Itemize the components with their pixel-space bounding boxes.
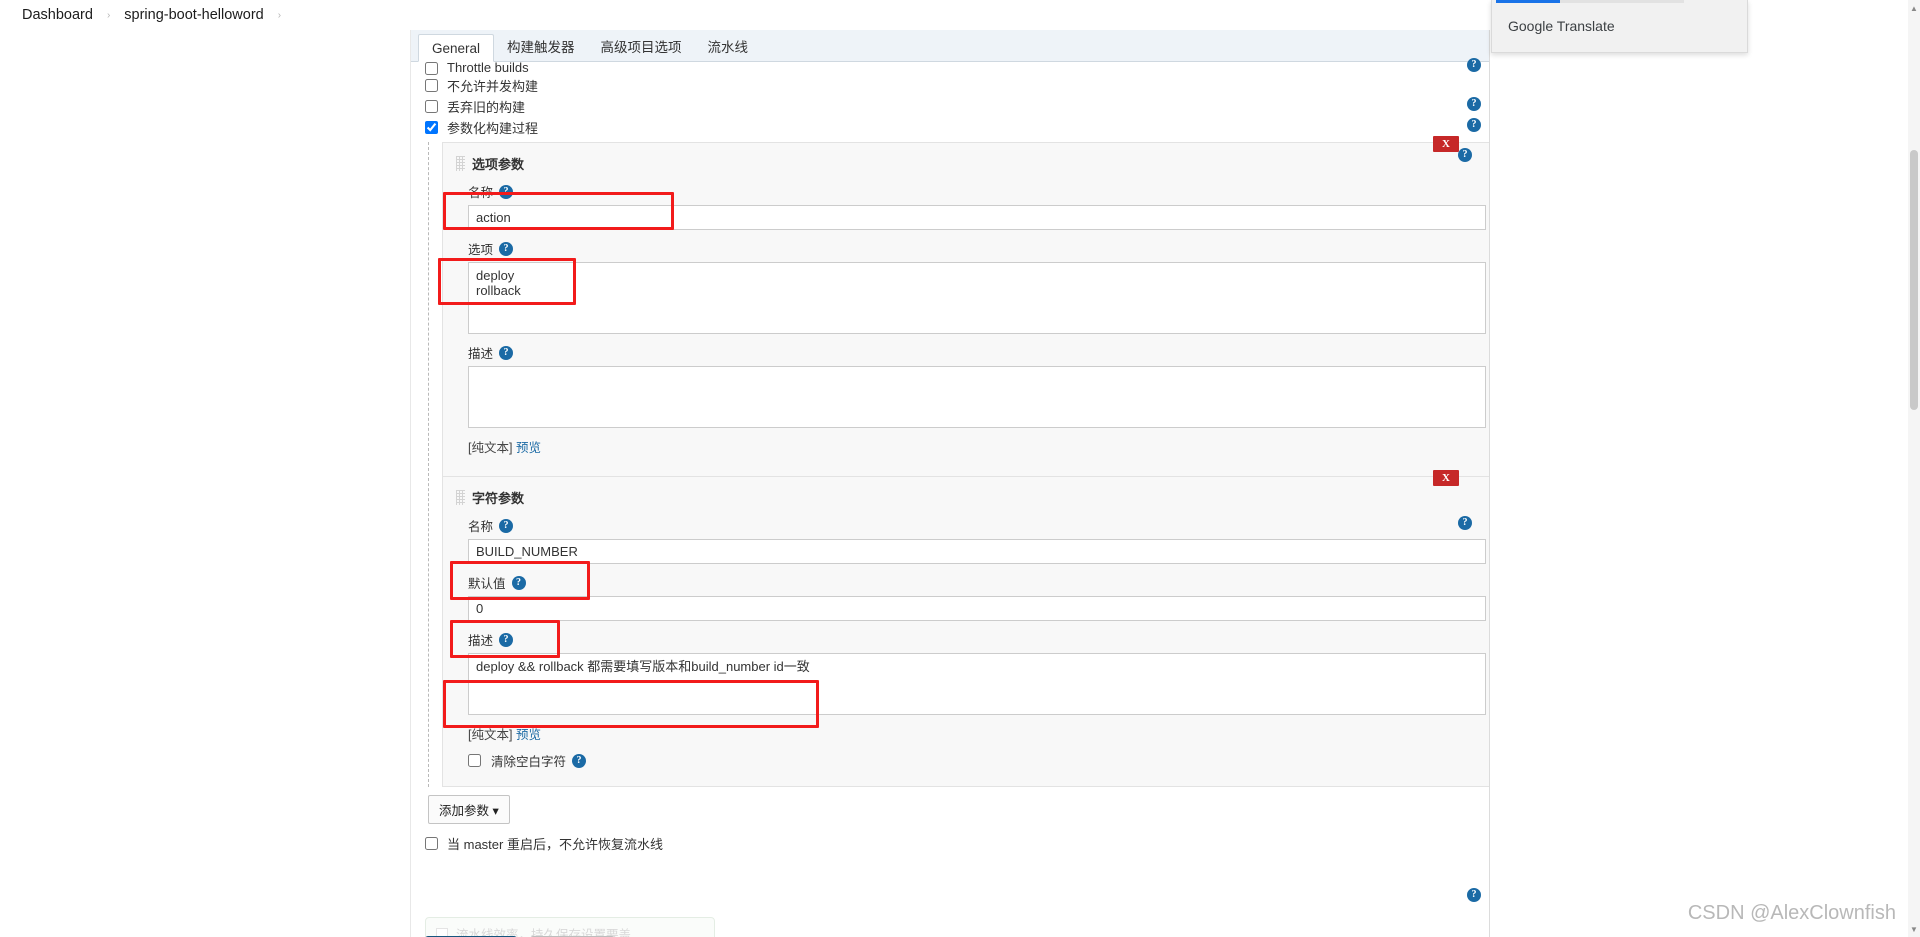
parameter-type-title-string: 字符参数 bbox=[456, 488, 1477, 507]
ghost-section: 流水线效率，持久保存设置要盖 构建触发器 bbox=[425, 917, 715, 937]
parameters-container: X 选项参数 名称 ? 选项 ? bbox=[428, 136, 1489, 787]
help-icon[interactable]: ? bbox=[499, 632, 514, 647]
parameter-type-title-choice: 选项参数 bbox=[456, 154, 1477, 173]
parameter-type-label-string: 字符参数 bbox=[472, 491, 525, 506]
config-content: Throttle builds 不允许并发构建 丢弃旧的构建 参数化构建过程 X bbox=[411, 62, 1489, 937]
help-icon[interactable]: ? bbox=[499, 241, 514, 256]
scrollbar-thumb[interactable] bbox=[1910, 150, 1918, 410]
watermark: CSDN @AlexClownfish bbox=[1687, 902, 1896, 924]
checkbox-label-no-concurrent-builds: 不允许并发构建 bbox=[447, 79, 539, 94]
field-label-string-name: 名称 ? bbox=[468, 516, 1477, 535]
textarea-choice-options[interactable] bbox=[468, 262, 1486, 334]
google-translate-label: Google Translate bbox=[1508, 18, 1615, 34]
add-parameter-label: 添加参数 bbox=[439, 804, 490, 818]
breadcrumb-item-dashboard[interactable]: Dashboard bbox=[22, 7, 93, 23]
field-row-trim-whitespace[interactable]: 清除空白字符 ? bbox=[468, 751, 1477, 770]
scroll-up-arrow-icon[interactable]: ▲ bbox=[1908, 2, 1920, 14]
page-scrollbar[interactable]: ▲ ▼ bbox=[1908, 0, 1920, 937]
field-label-choice-name: 名称 ? bbox=[468, 182, 1477, 201]
label-text-string-name: 名称 bbox=[468, 520, 494, 534]
checkbox-throttle-builds[interactable] bbox=[425, 62, 438, 75]
checkbox-no-resume-after-restart[interactable] bbox=[425, 837, 438, 850]
preview-link-choice[interactable]: 预览 bbox=[516, 441, 541, 455]
add-parameter-button[interactable]: 添加参数 ▾ bbox=[428, 795, 510, 824]
tab-advanced-project-options[interactable]: 高级项目选项 bbox=[588, 34, 695, 61]
field-label-choice-description: 描述 ? bbox=[468, 343, 1477, 362]
help-icon[interactable]: ? bbox=[1467, 118, 1481, 132]
parameter-block-choice: X 选项参数 名称 ? 选项 ? bbox=[442, 136, 1489, 477]
breadcrumb-separator-icon: › bbox=[106, 9, 111, 21]
google-translate-popup[interactable]: Google Translate bbox=[1491, 0, 1748, 53]
breadcrumb-item-job[interactable]: spring-boot-helloword bbox=[124, 7, 263, 23]
plaintext-row-choice: [纯文本] 预览 bbox=[468, 437, 1477, 456]
input-string-parameter-name[interactable] bbox=[468, 539, 1486, 564]
checkbox-row-no-resume-after-restart[interactable]: 当 master 重启后，不允许恢复流水线 bbox=[425, 834, 1489, 853]
checkbox-discard-old-builds[interactable] bbox=[425, 100, 438, 113]
checkbox-row-throttle-builds[interactable]: Throttle builds bbox=[411, 62, 1489, 75]
label-text-choice-options: 选项 bbox=[468, 243, 494, 257]
drag-handle-icon[interactable] bbox=[456, 156, 465, 171]
field-label-choice-options: 选项 ? bbox=[468, 239, 1477, 258]
help-icon[interactable]: ? bbox=[511, 575, 526, 590]
label-text-choice-description: 描述 bbox=[468, 347, 494, 361]
help-icon[interactable]: ? bbox=[1467, 888, 1481, 902]
checkbox-label-throttle-builds: Throttle builds bbox=[447, 62, 529, 75]
help-icon[interactable]: ? bbox=[1467, 97, 1481, 111]
field-row-string-description bbox=[468, 653, 1486, 715]
help-icon[interactable]: ? bbox=[1458, 516, 1472, 530]
label-text-choice-name: 名称 bbox=[468, 186, 494, 200]
right-area bbox=[1491, 0, 1920, 937]
checkbox-trim-whitespace[interactable] bbox=[468, 754, 481, 767]
breadcrumb-separator-icon-2: › bbox=[277, 9, 282, 21]
help-icon[interactable]: ? bbox=[1467, 58, 1481, 72]
delete-parameter-button-string[interactable]: X bbox=[1433, 470, 1459, 486]
tab-build-triggers[interactable]: 构建触发器 bbox=[494, 34, 588, 61]
field-label-string-description: 描述 ? bbox=[468, 630, 1477, 649]
left-gutter bbox=[0, 30, 410, 937]
help-icon[interactable]: ? bbox=[499, 184, 514, 199]
field-row-string-name bbox=[468, 539, 1486, 564]
input-choice-parameter-name[interactable] bbox=[468, 205, 1486, 230]
textarea-string-description[interactable] bbox=[468, 653, 1486, 715]
job-config-panel: General 构建触发器 高级项目选项 流水线 Throttle builds… bbox=[410, 30, 1490, 937]
preview-link-string[interactable]: 预览 bbox=[516, 728, 541, 742]
checkbox-label-discard-old-builds: 丢弃旧的构建 bbox=[447, 100, 526, 115]
help-icon[interactable]: ? bbox=[1458, 148, 1472, 162]
label-text-string-description: 描述 bbox=[468, 634, 494, 648]
plaintext-row-string: [纯文本] 预览 bbox=[468, 724, 1477, 743]
label-text-string-default: 默认值 bbox=[468, 577, 506, 591]
help-icon[interactable]: ? bbox=[499, 518, 514, 533]
field-row-choice-name bbox=[468, 205, 1486, 230]
field-label-string-default: 默认值 ? bbox=[468, 573, 1477, 592]
checkbox-row-parameterized-build[interactable]: 参数化构建过程 bbox=[411, 117, 1489, 138]
drag-handle-icon[interactable] bbox=[456, 490, 465, 505]
input-string-default-value[interactable] bbox=[468, 596, 1486, 621]
scroll-down-arrow-icon[interactable]: ▼ bbox=[1908, 923, 1920, 935]
tab-pipeline[interactable]: 流水线 bbox=[695, 34, 762, 61]
help-icon[interactable]: ? bbox=[499, 345, 514, 360]
parameter-block-string: X 字符参数 名称 ? 默认值 ? bbox=[442, 470, 1489, 787]
config-tab-strip: General 构建触发器 高级项目选项 流水线 bbox=[411, 30, 1489, 62]
checkbox-label-parameterized-build: 参数化构建过程 bbox=[447, 121, 539, 136]
checkbox-row-no-concurrent-builds[interactable]: 不允许并发构建 bbox=[411, 75, 1489, 96]
checkbox-parameterized-build[interactable] bbox=[425, 121, 438, 134]
textarea-choice-description[interactable] bbox=[468, 366, 1486, 428]
delete-parameter-button-choice[interactable]: X bbox=[1433, 136, 1459, 152]
help-icon[interactable]: ? bbox=[572, 753, 587, 768]
plaintext-note-choice: [纯文本] bbox=[468, 441, 513, 455]
chevron-down-icon: ▾ bbox=[492, 804, 499, 818]
tab-general[interactable]: General bbox=[418, 34, 495, 62]
checkbox-row-discard-old-builds[interactable]: 丢弃旧的构建 bbox=[411, 96, 1489, 117]
translate-progress-bar bbox=[1496, 0, 1684, 3]
add-parameter-wrap: 添加参数 ▾ bbox=[428, 795, 1489, 824]
checkbox-label-trim-whitespace: 清除空白字符 bbox=[491, 755, 567, 769]
field-row-string-default bbox=[468, 596, 1486, 621]
field-row-choice-options bbox=[468, 262, 1486, 334]
screen-root: Dashboard › spring-boot-helloword › Gene… bbox=[0, 0, 1920, 937]
checkbox-no-concurrent-builds[interactable] bbox=[425, 79, 438, 92]
parameter-type-label-choice: 选项参数 bbox=[472, 157, 525, 172]
checkbox-label-no-resume-after-restart: 当 master 重启后，不允许恢复流水线 bbox=[447, 837, 663, 852]
field-row-choice-description bbox=[468, 366, 1486, 428]
plaintext-note-string: [纯文本] bbox=[468, 728, 513, 742]
